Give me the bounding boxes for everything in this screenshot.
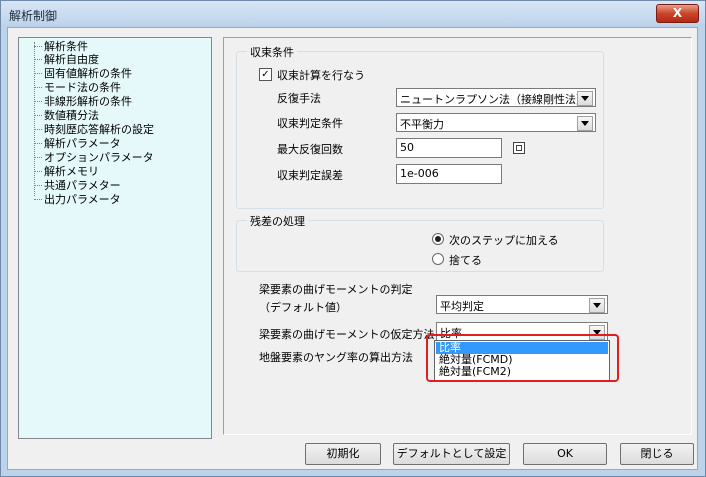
beam-assume-label: 梁要素の曲げモーメントの仮定方法 xyxy=(259,328,435,341)
method-select[interactable]: ニュートンラプソン法（接線剛性法） xyxy=(396,88,596,107)
close-button[interactable]: 閉じる xyxy=(620,443,694,465)
title-bar: 解析制御 X xyxy=(1,1,705,27)
annotation-highlight-box xyxy=(426,334,619,382)
settings-tree: 解析条件 解析自由度 固有値解析の条件 モード法の条件 非線形解析の条件 数値積… xyxy=(18,37,212,439)
tolerance-label: 収束判定誤差 xyxy=(277,169,343,182)
beam-moment-default-label: （デフォルト値） xyxy=(259,301,347,314)
close-window-button[interactable]: X xyxy=(656,4,699,23)
criterion-select[interactable]: 不平衡力 xyxy=(396,113,596,132)
tree-item[interactable]: 共通パラメター xyxy=(34,179,121,192)
set-default-button[interactable]: デフォルトとして設定 xyxy=(393,443,510,465)
tree-item[interactable]: 解析条件 xyxy=(34,40,88,53)
window-title: 解析制御 xyxy=(9,9,58,23)
tree-item[interactable]: 解析パラメータ xyxy=(34,137,121,150)
tree-item[interactable]: 解析メモリ xyxy=(34,165,99,178)
radio-next-step-label: 次のステップに加える xyxy=(449,234,559,247)
tree-item[interactable]: 固有値解析の条件 xyxy=(34,67,132,80)
dialog-client: 解析条件 解析自由度 固有値解析の条件 モード法の条件 非線形解析の条件 数値積… xyxy=(7,27,698,470)
residual-group-title: 残差の処理 xyxy=(247,213,308,229)
radio-discard[interactable] xyxy=(432,253,444,265)
tree-item[interactable]: 出力パラメータ xyxy=(34,193,121,206)
chevron-down-icon xyxy=(589,298,605,313)
tree-item[interactable]: オプションパラメータ xyxy=(34,151,154,164)
convergence-checkbox-label: 収束計算を行なう xyxy=(277,69,365,82)
beam-moment-label: 梁要素の曲げモーメントの判定 xyxy=(259,283,413,296)
chevron-down-icon xyxy=(577,91,593,106)
convergence-group: 収束条件 ✓ 収束計算を行なう 反復手法 ニュートンラプソン法（接線剛性法） 収… xyxy=(236,44,604,209)
tree-item[interactable]: モード法の条件 xyxy=(34,81,121,94)
method-label: 反復手法 xyxy=(277,92,321,105)
chevron-down-icon xyxy=(577,116,593,131)
beam-moment-select[interactable]: 平均判定 xyxy=(436,295,608,314)
tree-item[interactable]: 数値積分法 xyxy=(34,109,99,122)
radio-next-step[interactable] xyxy=(432,233,444,245)
init-button[interactable]: 初期化 xyxy=(305,443,381,465)
spin-button-icon[interactable] xyxy=(513,142,525,154)
residual-group: 残差の処理 次のステップに加える 捨てる xyxy=(236,213,604,272)
tolerance-input[interactable]: 1e-006 xyxy=(396,164,502,184)
max-iter-label: 最大反復回数 xyxy=(277,143,343,156)
tree-connector-line xyxy=(34,42,35,196)
radio-discard-label: 捨てる xyxy=(449,254,482,267)
ok-button[interactable]: OK xyxy=(523,443,607,465)
convergence-checkbox[interactable]: ✓ xyxy=(259,68,272,81)
tree-item[interactable]: 非線形解析の条件 xyxy=(34,95,132,108)
tree-item[interactable]: 解析自由度 xyxy=(34,53,99,66)
ground-young-label: 地盤要素のヤング率の算出方法 xyxy=(259,351,413,364)
max-iter-input[interactable]: 50 xyxy=(396,138,502,158)
tree-item[interactable]: 時刻歴応答解析の設定 xyxy=(34,123,154,136)
criterion-label: 収束判定条件 xyxy=(277,117,343,130)
convergence-group-title: 収束条件 xyxy=(247,44,297,60)
